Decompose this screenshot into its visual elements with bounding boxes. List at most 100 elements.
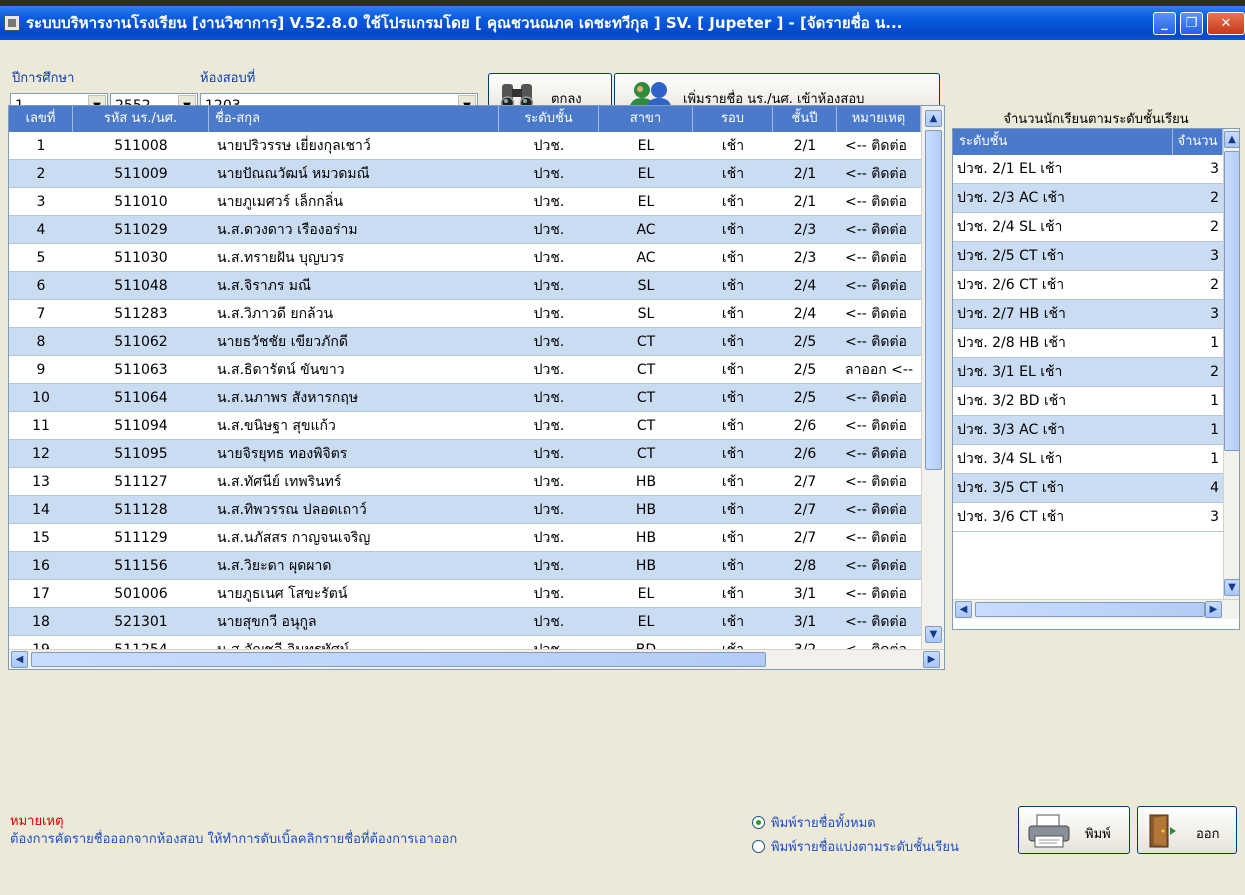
scroll-down-icon[interactable]: ▼ [1224,579,1239,596]
cell-id: 511009 [114,166,168,182]
table-row[interactable]: 18 521301 นายสุขกวี อนุกูล ปวช. EL เช้า 3/1 <--… [9,608,921,636]
table-row[interactable]: 2 511009 นายปัณณวัฒน์ หมวดมณี ปวช. EL เช้า 2/1… [9,160,921,188]
cell-count: 2 [1210,364,1219,380]
cell-level: ปวช. 3/3 AC เช้า [957,422,1065,438]
radio-unchecked-icon[interactable] [752,840,765,853]
column-header-branch[interactable]: สาขา [599,106,693,132]
column-header-round[interactable]: รอบ [693,106,773,132]
grid-horizontal-scrollbar[interactable]: ◀ ▶ [9,649,944,669]
scroll-right-icon[interactable]: ▶ [923,651,940,668]
table-row[interactable]: 15 511129 น.ส.นภัสสร กาญจนเจริญ ปวช. HB เช้า 2… [9,524,921,552]
grid-header: เลขที่ รหัส นร./นศ. ชื่อ-สกุล ระดับชั้น … [9,106,921,132]
cell-id: 511010 [114,194,168,210]
cell-id: 511063 [114,362,168,378]
cell-level: ปวช. [533,334,565,350]
cell-name: น.ส.วิยะดา ผุดผาด [217,558,332,574]
summary-row[interactable]: ปวช. 3/5 CT เช้า 4 [953,474,1223,503]
grid-vertical-scrollbar[interactable]: ▲ ▼ [921,106,944,649]
cell-level: ปวช. [533,250,565,266]
table-row[interactable]: 6 511048 น.ส.จิราภร มณี ปวช. SL เช้า 2/4 <-- ติ… [9,272,921,300]
table-row[interactable]: 14 511128 น.ส.ทิพวรรณ ปลอดเถาว์ ปวช. HB เช้า 2… [9,496,921,524]
column-header-level[interactable]: ระดับชั้น [953,129,1173,155]
table-row[interactable]: 8 511062 นายธวัชชัย เขียวภักดี ปวช. CT เช้า 2/… [9,328,921,356]
cell-level: ปวช. 2/4 SL เช้า [957,219,1063,235]
table-row[interactable]: 1 511008 นายปริวรรษ เยี่ยงกุลเชาว์ ปวช. EL เช… [9,132,921,160]
scroll-thumb[interactable] [925,130,942,470]
student-grid[interactable]: เลขที่ รหัส นร./นศ. ชื่อ-สกุล ระดับชั้น … [8,105,945,670]
scroll-up-icon[interactable]: ▲ [1224,131,1239,148]
scroll-thumb[interactable] [1224,151,1239,451]
summary-row[interactable]: ปวช. 2/5 CT เช้า 3 [953,242,1223,271]
cell-no: 8 [36,334,46,350]
table-row[interactable]: 13 511127 น.ส.ทัศนีย์ เทพรินทร์ ปวช. HB เช้า 2… [9,468,921,496]
summary-row[interactable]: ปวช. 3/3 AC เช้า 1 [953,416,1223,445]
cell-count: 1 [1210,451,1219,467]
radio-checked-icon[interactable] [752,816,765,829]
summary-vertical-scrollbar[interactable]: ▲ ▼ [1223,129,1239,599]
table-row[interactable]: 10 511064 น.ส.นภาพร สังหารกฤษ ปวช. CT เช้า 2/5… [9,384,921,412]
summary-row[interactable]: ปวช. 2/1 EL เช้า 3 [953,155,1223,184]
exit-button[interactable]: ออก [1137,806,1237,854]
scroll-thumb[interactable] [31,652,766,667]
close-button[interactable]: ✕ [1207,12,1245,35]
cell-count: 2 [1210,277,1219,293]
scroll-up-icon[interactable]: ▲ [925,110,942,127]
column-header-remark[interactable]: หมายเหตุ [837,106,921,132]
summary-row[interactable]: ปวช. 3/4 SL เช้า 1 [953,445,1223,474]
cell-level: ปวช. 2/6 CT เช้า [957,277,1065,293]
print-button[interactable]: พิมพ์ [1018,806,1130,854]
cell-level: ปวช. 2/1 EL เช้า [957,161,1063,177]
column-header-count[interactable]: จำนวน [1173,129,1223,155]
cell-year: 2/6 [793,418,817,434]
summary-row[interactable]: ปวช. 3/2 BD เช้า 1 [953,387,1223,416]
summary-row[interactable]: ปวช. 2/3 AC เช้า 2 [953,184,1223,213]
radio-print-by-level[interactable]: พิมพ์รายชื่อแบ่งตามระดับชั้นเรียน [752,836,959,857]
summary-row[interactable]: ปวช. 3/6 CT เช้า 3 [953,503,1223,532]
scroll-left-icon[interactable]: ◀ [11,651,28,668]
table-row[interactable]: 11 511094 น.ส.ขนิษฐา สุขแก้ว ปวช. CT เช้า 2/6 <… [9,412,921,440]
cell-level: ปวช. [533,362,565,378]
scroll-left-icon[interactable]: ◀ [955,601,972,618]
cell-year: 2/7 [793,474,817,490]
window-titlebar[interactable]: ระบบบริหารงานโรงเรียน [งานวิชาการ] V.52.… [0,6,1245,40]
cell-no: 17 [32,586,50,602]
minimize-button[interactable]: _ [1153,12,1176,35]
summary-row[interactable]: ปวช. 2/7 HB เช้า 3 [953,300,1223,329]
cell-year: 2/4 [793,278,817,294]
table-row[interactable]: 7 511283 น.ส.วิภาวดี ยกล้วน ปวช. SL เช้า 2/4 <-… [9,300,921,328]
column-header-year[interactable]: ชั้นปี [773,106,837,132]
cell-remark: <-- ติดต่อ [845,278,907,294]
table-row[interactable]: 4 511029 น.ส.ดวงดาว เรืองอร่าม ปวช. AC เช้า 2/… [9,216,921,244]
scroll-down-icon[interactable]: ▼ [925,626,942,643]
column-header-level[interactable]: ระดับชั้น [499,106,599,132]
column-header-no[interactable]: เลขที่ [9,106,73,132]
cell-year: 2/1 [793,166,817,182]
cell-id: 511062 [114,334,168,350]
table-row[interactable]: 3 511010 นายภูเมศวร์ เล็กกลิ่น ปวช. EL เช้า 2/… [9,188,921,216]
radio-print-all[interactable]: พิมพ์รายชื่อทั้งหมด [752,812,876,833]
table-row[interactable]: 9 511063 น.ส.ธิดารัตน์ ขันขาว ปวช. CT เช้า 2/5… [9,356,921,384]
cell-level: ปวช. 2/3 AC เช้า [957,190,1065,206]
cell-level: ปวช. 2/8 HB เช้า [957,335,1066,351]
summary-horizontal-scrollbar[interactable]: ◀ ▶ [953,599,1239,619]
restore-button[interactable]: ❐ [1180,12,1203,35]
cell-round: เช้า [721,194,745,210]
cell-year: 2/3 [793,250,817,266]
summary-row[interactable]: ปวช. 2/6 CT เช้า 2 [953,271,1223,300]
table-row[interactable]: 17 501006 นายภูธเนศ โสขะรัตน์ ปวช. EL เช้า 3/1… [9,580,921,608]
print-button-label: พิมพ์ [1085,827,1111,842]
summary-row[interactable]: ปวช. 2/4 SL เช้า 2 [953,213,1223,242]
cell-branch: HB [635,558,657,574]
summary-row[interactable]: ปวช. 3/1 EL เช้า 2 [953,358,1223,387]
summary-grid[interactable]: ระดับชั้น จำนวน ปวช. 2/1 EL เช้า 3 ปวช. 2/… [952,128,1240,630]
table-row[interactable]: 12 511095 นายจิรยุทธ ทองพิจิตร ปวช. CT เช้า 2/… [9,440,921,468]
cell-year: 2/4 [793,306,817,322]
cell-year: 2/7 [793,502,817,518]
table-row[interactable]: 16 511156 น.ส.วิยะดา ผุดผาด ปวช. HB เช้า 2/8 <-… [9,552,921,580]
summary-row[interactable]: ปวช. 2/8 HB เช้า 1 [953,329,1223,358]
scroll-right-icon[interactable]: ▶ [1205,601,1222,618]
table-row[interactable]: 5 511030 น.ส.ทรายฝัน บุญบวร ปวช. AC เช้า 2/3 <-… [9,244,921,272]
column-header-id[interactable]: รหัส นร./นศ. [73,106,209,132]
scroll-thumb[interactable] [975,602,1205,617]
column-header-name[interactable]: ชื่อ-สกุล [209,106,499,132]
